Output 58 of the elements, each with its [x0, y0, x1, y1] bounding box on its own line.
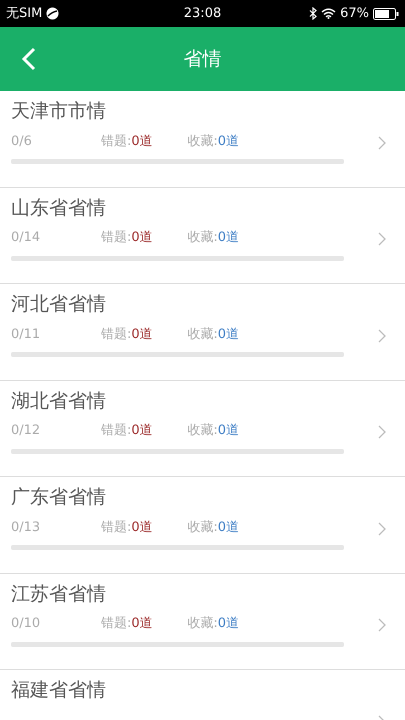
- bluetooth-icon: [309, 7, 318, 20]
- wrong-count: 0道: [131, 615, 154, 634]
- clock: 23:08: [184, 4, 222, 23]
- list-item[interactable]: 天津市市情 0/6 错题:0道 收藏:0道: [0, 91, 405, 188]
- chevron-icon: [377, 328, 387, 344]
- wrong-count: 0道: [131, 326, 154, 344]
- wifi-icon: [321, 8, 336, 19]
- wrong-count: 0道: [131, 518, 154, 537]
- favorite-count: 0道: [218, 518, 240, 537]
- item-title: 山东省省情: [11, 196, 107, 220]
- favorite-label: 收藏:: [187, 422, 218, 440]
- wrong-label: 错题:: [101, 422, 132, 440]
- progress-count: 0/12: [11, 422, 42, 440]
- item-title: 广东省省情: [11, 485, 107, 510]
- list-item[interactable]: 山东省省情 0/14 错题:0道 收藏:0道: [0, 188, 405, 284]
- item-title: 江苏省省情: [11, 582, 107, 606]
- list-item[interactable]: 湖北省省情 0/12 错题:0道 收藏:0道: [0, 380, 405, 477]
- favorite-label: 收藏:: [187, 132, 218, 151]
- item-title: 天津市市情: [11, 99, 107, 124]
- wrong-label: 错题:: [101, 615, 132, 634]
- wrong-count: 0道: [131, 132, 154, 151]
- list-item[interactable]: 河北省省情 0/11 错题:0道 收藏:0道: [0, 284, 405, 380]
- chevron-icon: [377, 617, 387, 634]
- item-title: 湖北省省情: [11, 388, 107, 414]
- progress-count: 0/11: [11, 326, 42, 344]
- favorite-label: 收藏:: [187, 518, 218, 537]
- battery-icon: [373, 8, 399, 20]
- progress-count: 0/6: [11, 132, 33, 151]
- chevron-icon: [377, 231, 387, 248]
- progress-count: 0/14: [11, 229, 42, 248]
- item-title: 福建省省情: [11, 678, 107, 703]
- favorite-count: 0道: [218, 422, 240, 440]
- favorite-count: 0道: [218, 229, 240, 248]
- page-title: 省情: [184, 48, 222, 70]
- chevron-icon: [377, 520, 387, 537]
- wrong-count: 0道: [131, 229, 154, 248]
- favorite-count: 0道: [218, 326, 240, 344]
- favorite-count: 0道: [218, 132, 240, 151]
- carrier-label: 无SIM: [6, 4, 42, 23]
- favorite-count: 0道: [218, 615, 240, 634]
- item-title: 河北省省情: [11, 292, 107, 317]
- chevron-icon: [377, 424, 387, 440]
- list-item[interactable]: 广东省省情 0/13 错题:0道 收藏:0道: [0, 477, 405, 574]
- wrong-label: 错题:: [101, 229, 132, 248]
- wrong-label: 错题:: [101, 518, 132, 537]
- chevron-icon: [377, 134, 387, 151]
- wrong-count: 0道: [131, 422, 154, 440]
- back-icon[interactable]: [22, 47, 36, 72]
- progress-count: 0/10: [11, 615, 42, 634]
- favorite-label: 收藏:: [187, 326, 218, 344]
- list-item[interactable]: 福建省省情: [0, 670, 405, 720]
- favorite-label: 收藏:: [187, 615, 218, 634]
- progress-count: 0/13: [11, 518, 42, 537]
- favorite-label: 收藏:: [187, 229, 218, 248]
- list-item[interactable]: 江苏省省情 0/10 错题:0道 收藏:0道: [0, 574, 405, 670]
- wrong-label: 错题:: [101, 326, 132, 344]
- battery-percent: 67%: [340, 4, 369, 23]
- wrong-label: 错题:: [101, 132, 132, 151]
